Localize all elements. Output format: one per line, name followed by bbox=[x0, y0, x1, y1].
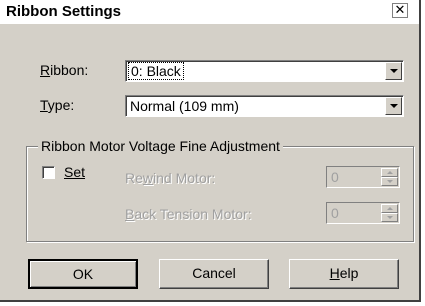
back-tension-motor-value: 0 bbox=[331, 205, 339, 221]
close-icon[interactable]: ✕ bbox=[392, 3, 408, 18]
back-tension-motor-spinner[interactable]: 0 bbox=[326, 202, 400, 224]
cancel-button[interactable]: Cancel bbox=[159, 259, 269, 289]
spin-up-icon[interactable] bbox=[381, 168, 398, 177]
back-tension-motor-label: Back Tension Motor: bbox=[125, 206, 252, 222]
type-select-value: Normal (109 mm) bbox=[130, 98, 239, 114]
motor-voltage-group bbox=[26, 146, 414, 242]
help-button[interactable]: Help bbox=[289, 259, 399, 289]
spin-down-icon[interactable] bbox=[381, 177, 398, 186]
ribbon-select[interactable]: 0: Black bbox=[125, 60, 404, 82]
ribbon-label: Ribbon: bbox=[40, 62, 89, 78]
spin-up-icon[interactable] bbox=[381, 204, 398, 213]
ok-button[interactable]: OK bbox=[28, 259, 138, 289]
motor-voltage-group-legend: Ribbon Motor Voltage Fine Adjustment bbox=[38, 138, 283, 154]
set-checkbox[interactable] bbox=[42, 166, 55, 179]
rewind-motor-value: 0 bbox=[331, 169, 339, 185]
chevron-down-icon[interactable] bbox=[385, 97, 402, 115]
spin-down-icon[interactable] bbox=[381, 213, 398, 222]
rewind-motor-spinner[interactable]: 0 bbox=[326, 166, 400, 188]
type-select[interactable]: Normal (109 mm) bbox=[125, 95, 404, 117]
type-label: Type: bbox=[40, 97, 75, 113]
ribbon-settings-dialog: Ribbon Settings ✕ Ribbon: 0: Black Type:… bbox=[0, 0, 421, 302]
ribbon-select-value: 0: Black bbox=[128, 62, 184, 80]
dialog-title: Ribbon Settings bbox=[6, 3, 121, 20]
rewind-motor-label: Rewind Motor: bbox=[125, 170, 216, 186]
chevron-down-icon[interactable] bbox=[385, 62, 402, 80]
title-bar: Ribbon Settings ✕ bbox=[0, 0, 419, 24]
set-label[interactable]: Set bbox=[64, 164, 85, 180]
